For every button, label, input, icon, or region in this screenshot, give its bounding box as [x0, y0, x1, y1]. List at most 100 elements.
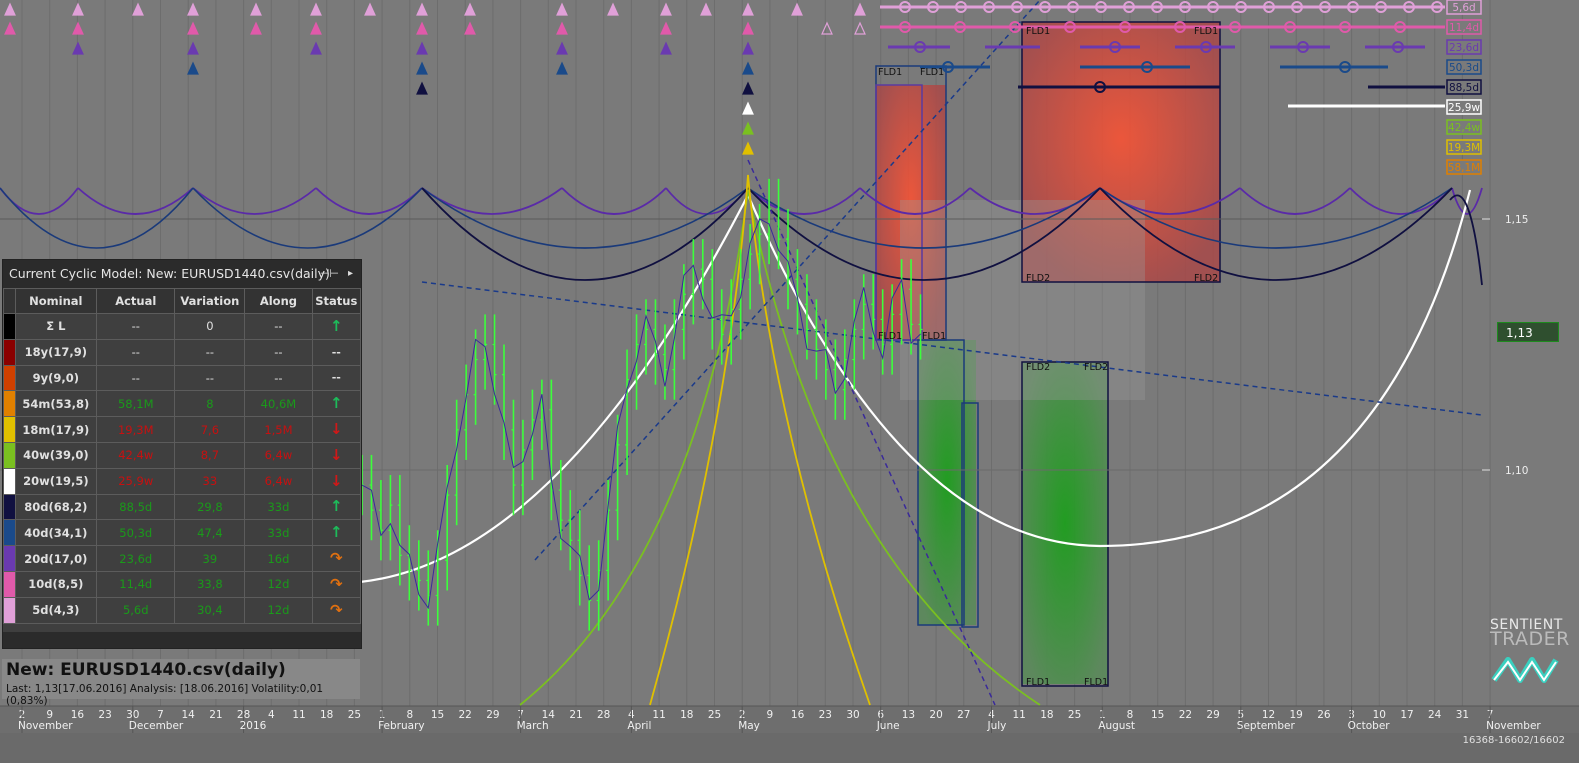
fld-label: FLD1 [1026, 26, 1050, 37]
cycle-actual: 11,4d [95, 570, 176, 598]
cycle-badge-label: 19,3M [1448, 142, 1480, 154]
x-tick-label: 25 [348, 709, 361, 721]
cycle-row[interactable]: 5d(4,3) 5,6d 30,4 12d ↷ [3, 596, 362, 624]
cycle-color-swatch [3, 570, 16, 598]
cycle-actual: 19,3M [95, 416, 176, 443]
cycle-row[interactable]: 18y(17,9) -- -- -- -- [3, 338, 362, 366]
cycle-actual: 23,6d [95, 545, 176, 572]
cycle-row[interactable]: 40w(39,0) 42,4w 8,7 6,4w ↓ [3, 441, 362, 469]
cycle-status: ↓ [311, 441, 362, 469]
x-tick-label: 24 [1428, 709, 1442, 721]
cycle-nominal: 54m(53,8) [14, 390, 98, 418]
x-tick-label: 18 [320, 709, 333, 721]
x-tick-label: 25 [1068, 709, 1081, 721]
cycle-row[interactable]: 40d(34,1) 50,3d 47,4 33d ↑ [3, 519, 362, 547]
cycle-actual: -- [95, 338, 176, 366]
cycle-along: 12d [244, 570, 313, 598]
cycle-row[interactable]: 9y(9,0) -- -- -- -- [3, 364, 362, 392]
cycle-variation: 39 [174, 545, 246, 572]
cycle-row[interactable]: 20w(19,5) 25,9w 33 6,4w ↓ [3, 467, 362, 495]
instrument-title: New: EURUSD1440.csv(daily) [6, 660, 286, 680]
cycle-row[interactable]: 20d(17,0) 23,6d 39 16d ↷ [3, 545, 362, 572]
arrow-down-icon: ↓ [330, 420, 343, 439]
cycle-color-swatch [3, 313, 16, 340]
fld-label: FLD1 [878, 67, 902, 78]
x-tick-label: 23 [98, 709, 111, 721]
cycle-along: 1,5M [244, 416, 313, 443]
cycle-status: -- [311, 338, 362, 366]
cycle-color-swatch [3, 364, 16, 392]
cycle-status: -- [311, 364, 362, 392]
cycle-badge-label: 23,6d [1449, 42, 1479, 54]
cycle-row[interactable]: 18m(17,9) 19,3M 7,6 1,5M ↓ [3, 416, 362, 443]
fld-label: FLD2 [1026, 273, 1050, 284]
cycle-row[interactable]: Σ L -- 0 -- ↑ [3, 313, 362, 340]
cycle-actual: -- [95, 364, 176, 392]
x-tick-label: 15 [431, 709, 444, 721]
cycle-along: 16d [244, 545, 313, 572]
cycle-color-swatch [3, 493, 16, 521]
cycle-status: ↑ [311, 493, 362, 521]
month-label: July [987, 720, 1007, 732]
cycle-actual: 88,5d [95, 493, 176, 521]
cycle-along: 40,6M [244, 390, 313, 418]
fld-label: FLD1 [920, 67, 944, 78]
x-tick-label: 29 [1206, 709, 1219, 721]
brand-mark-icon [1491, 657, 1559, 683]
cycle-actual: 5,6d [95, 596, 176, 624]
brand-logo: SENTIENT TRADER [1490, 618, 1570, 693]
cycle-variation: 47,4 [174, 519, 246, 547]
cycle-variation: -- [174, 338, 246, 366]
x-tick-label: 14 [182, 709, 196, 721]
fld-label: FLD1 [1194, 26, 1218, 37]
x-tick-label: 30 [846, 709, 859, 721]
x-tick-label: 26 [1317, 709, 1331, 721]
cycle-nominal: Σ L [14, 313, 98, 340]
x-tick-label: 28 [597, 709, 610, 721]
y-tick-label: 1,10 [1505, 465, 1528, 477]
cycle-nominal: 10d(8,5) [14, 570, 98, 598]
time-axis: 2916233071421284111825181522297142128411… [0, 705, 1579, 763]
panel-title: Current Cyclic Model: New: EURUSD1440.cs… [9, 266, 330, 281]
arrow-up-icon: ↑ [330, 394, 343, 413]
x-tick-label: 15 [1151, 709, 1164, 721]
cycle-nominal: 5d(4,3) [14, 596, 98, 624]
x-tick-label: 11 [292, 709, 305, 721]
month-label: May [738, 720, 760, 732]
cycle-nominal: 40d(34,1) [14, 519, 98, 547]
x-tick-label: 18 [1040, 709, 1053, 721]
cycle-variation: 7,6 [174, 416, 246, 443]
pin-icon[interactable]: ⊣⊢ [320, 260, 339, 288]
cycle-row[interactable]: 80d(68,2) 88,5d 29,8 33d ↑ [3, 493, 362, 521]
cycle-color-swatch [3, 596, 16, 624]
bar-counter: 16368-16602/16602 [1462, 735, 1565, 746]
cycle-variation: -- [174, 364, 246, 392]
cycle-variation: 33 [174, 467, 246, 495]
cycle-color-swatch [3, 390, 16, 418]
cycle-row[interactable]: 54m(53,8) 58,1M 8 40,6M ↑ [3, 390, 362, 418]
cycle-nominal: 18y(17,9) [14, 338, 98, 366]
cycle-nominal: 20w(19,5) [14, 467, 98, 495]
header-status: Status [311, 288, 362, 314]
cycle-color-swatch [3, 416, 16, 443]
x-tick-label: 21 [209, 709, 222, 721]
expand-arrow-icon[interactable]: ▸ [348, 260, 353, 288]
month-label: 2016 [240, 720, 267, 732]
cyclic-model-panel[interactable]: Current Cyclic Model: New: EURUSD1440.cs… [2, 259, 362, 649]
cycle-along: 33d [244, 519, 313, 547]
month-label: November [1486, 720, 1541, 732]
cycle-along: -- [244, 364, 313, 392]
header-variation: Variation [174, 288, 246, 314]
cycle-variation: 0 [174, 313, 246, 340]
cycle-along: -- [244, 313, 313, 340]
cycle-along: 6,4w [244, 467, 313, 495]
cycle-color-swatch [3, 467, 16, 495]
month-label: November [18, 720, 73, 732]
panel-header[interactable]: Current Cyclic Model: New: EURUSD1440.cs… [3, 260, 361, 288]
cycle-variation: 30,4 [174, 596, 246, 624]
cycle-nominal: 18m(17,9) [14, 416, 98, 443]
cycle-status: ↑ [311, 313, 362, 340]
cycle-row[interactable]: 10d(8,5) 11,4d 33,8 12d ↷ [3, 570, 362, 598]
month-label: December [129, 720, 184, 732]
x-tick-label: 18 [680, 709, 693, 721]
